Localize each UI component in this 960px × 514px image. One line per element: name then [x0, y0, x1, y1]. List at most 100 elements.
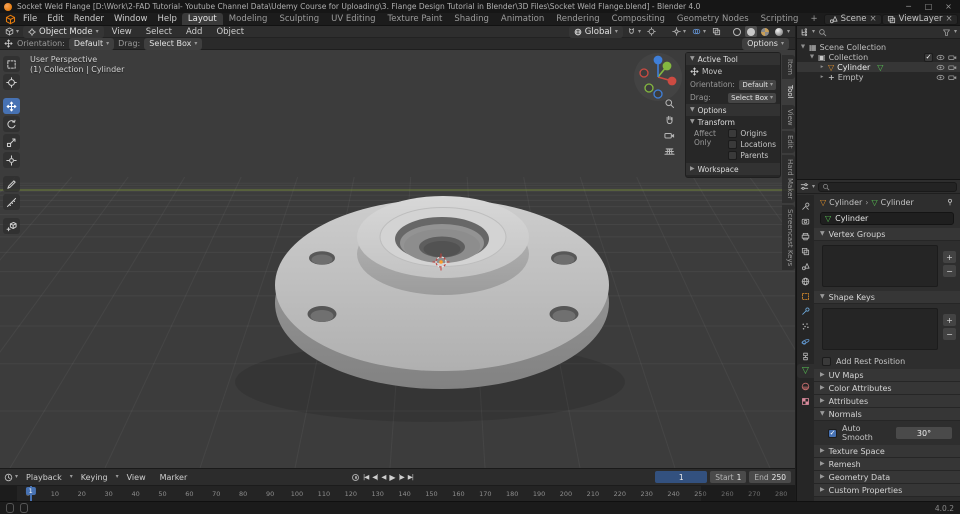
camera-visibility-icon[interactable]: [948, 53, 957, 62]
properties-editor-icon[interactable]: [800, 182, 809, 191]
blender-menu-icon[interactable]: [5, 14, 16, 25]
pan-hand-icon[interactable]: [664, 114, 675, 125]
tree-closed-icon[interactable]: ▸: [819, 74, 825, 80]
menu-object[interactable]: Object: [210, 27, 250, 37]
auto-keying-icon[interactable]: [352, 473, 359, 481]
tool-move[interactable]: [3, 98, 20, 114]
tree-closed-icon[interactable]: ▸: [819, 64, 825, 70]
remove-vertex-group-button[interactable]: −: [943, 265, 956, 277]
options-dropdown[interactable]: Options ▾: [742, 37, 789, 50]
menu-playback[interactable]: Playback: [20, 473, 68, 482]
properties-tab-material[interactable]: [797, 379, 814, 393]
menu-marker[interactable]: Marker: [154, 473, 194, 482]
properties-tab-tool[interactable]: [797, 199, 814, 213]
breadcrumb-data[interactable]: Cylinder: [881, 198, 914, 207]
active-tool-panel-header[interactable]: ▼ Active Tool: [686, 53, 780, 65]
workspace-tab-animation[interactable]: Animation: [495, 13, 550, 25]
origins-checkbox[interactable]: [728, 129, 738, 138]
menu-render[interactable]: Render: [69, 14, 109, 24]
properties-search-input[interactable]: [818, 181, 957, 192]
panel-shape-keys[interactable]: ▼ Shape Keys: [814, 291, 960, 304]
auto-smooth-angle-field[interactable]: 30°: [896, 427, 952, 439]
panel-color-attributes[interactable]: ▶ Color Attributes: [814, 382, 960, 395]
menu-keying[interactable]: Keying: [75, 473, 114, 482]
workspace-tab-uv-editing[interactable]: UV Editing: [325, 13, 381, 25]
remove-shape-key-button[interactable]: −: [943, 328, 956, 340]
properties-tab-world[interactable]: [797, 274, 814, 288]
npanel-tab-hard-maker[interactable]: Hard Maker: [782, 154, 795, 204]
npanel-orientation-dropdown[interactable]: Default ▾: [739, 79, 776, 90]
flange-model[interactable]: [235, 196, 625, 422]
snap-toggle-button[interactable]: ▾: [625, 26, 643, 37]
tool-add-primitive[interactable]: [3, 218, 20, 234]
menu-edit[interactable]: Edit: [42, 14, 68, 24]
3d-viewport[interactable]: User Perspective (1) Collection | Cylind…: [0, 50, 795, 468]
npanel-tab-view[interactable]: View: [782, 104, 795, 130]
properties-tab-scene[interactable]: [797, 259, 814, 273]
workspace-panel-header[interactable]: ▶ Workspace: [686, 163, 780, 175]
axis-y-neg-handle[interactable]: [644, 83, 654, 93]
timeline-editor-icon[interactable]: [4, 473, 13, 482]
next-keyframe-button[interactable]: |▶: [399, 473, 405, 481]
menu-help[interactable]: Help: [152, 14, 181, 24]
panel-remesh[interactable]: ▶ Remesh: [814, 458, 960, 471]
properties-tab-view-layer[interactable]: [797, 244, 814, 258]
show-overlays-button[interactable]: ▾: [690, 26, 708, 37]
camera-visibility-icon[interactable]: [948, 73, 957, 82]
current-frame-field[interactable]: 1: [655, 471, 708, 483]
navigation-gizmo[interactable]: [630, 50, 686, 106]
shading-wireframe-button[interactable]: [731, 26, 743, 37]
locations-checkbox[interactable]: [728, 140, 738, 149]
workspace-tab-scripting[interactable]: Scripting: [755, 13, 805, 25]
properties-tab-modifiers[interactable]: [797, 304, 814, 318]
shading-rendered-button[interactable]: [773, 26, 785, 37]
shape-keys-list[interactable]: [822, 308, 938, 350]
properties-tab-object[interactable]: [797, 289, 814, 303]
workspace-tab-layout[interactable]: Layout: [181, 13, 223, 25]
menu-view[interactable]: View: [106, 27, 138, 37]
properties-tab-output[interactable]: [797, 229, 814, 243]
jump-to-start-button[interactable]: |◀: [363, 473, 369, 481]
npanel-tab-edit[interactable]: Edit: [782, 131, 795, 153]
add-rest-position-checkbox[interactable]: [822, 357, 831, 366]
axis-z-handle[interactable]: [653, 55, 663, 65]
play-button[interactable]: ▶: [389, 473, 395, 482]
menu-add[interactable]: Add: [180, 27, 208, 37]
outliner-row-empty[interactable]: ▸ + Empty: [797, 72, 960, 82]
panel-attributes[interactable]: ▶ Attributes: [814, 395, 960, 408]
perspective-toggle-icon[interactable]: [664, 146, 675, 157]
pin-icon[interactable]: [946, 198, 954, 206]
search-icon[interactable]: [818, 28, 827, 37]
properties-tab-object-data[interactable]: ▽: [797, 364, 814, 378]
workspace-tab-texture-paint[interactable]: Texture Paint: [382, 13, 449, 25]
show-gizmo-button[interactable]: ▾: [670, 26, 688, 37]
playhead-label[interactable]: 1: [25, 487, 36, 495]
start-frame-field[interactable]: Start 1: [710, 471, 747, 483]
drag-setting-dropdown[interactable]: Select Box ▾: [144, 37, 203, 50]
eye-icon[interactable]: [936, 53, 945, 62]
minimize-button[interactable]: ─: [901, 2, 916, 11]
orientation-setting-dropdown[interactable]: Default ▾: [68, 37, 115, 50]
scene-selector[interactable]: Scene ×: [823, 13, 882, 25]
transform-orientation-dropdown[interactable]: Global ▾: [568, 25, 623, 38]
menu-tl-view[interactable]: View: [121, 473, 152, 482]
editor-type-button[interactable]: ▾: [3, 26, 21, 37]
parents-checkbox[interactable]: [728, 151, 738, 160]
eye-icon[interactable]: [936, 73, 945, 82]
panel-custom-properties[interactable]: ▶ Custom Properties: [814, 484, 960, 497]
tree-open-icon[interactable]: ▼: [809, 54, 815, 60]
workspace-tab-rendering[interactable]: Rendering: [550, 13, 605, 25]
workspace-tab-geometry-nodes[interactable]: Geometry Nodes: [671, 13, 755, 25]
properties-tab-constraints[interactable]: [797, 349, 814, 363]
shading-solid-button[interactable]: [744, 26, 757, 37]
properties-tab-physics[interactable]: [797, 334, 814, 348]
axis-y-handle[interactable]: [662, 61, 672, 71]
tool-rotate[interactable]: [3, 116, 20, 132]
workspace-tab-compositing[interactable]: Compositing: [606, 13, 671, 25]
camera-view-icon[interactable]: [664, 130, 675, 141]
data-name-field[interactable]: ▽ Cylinder: [820, 212, 954, 225]
view-layer-selector[interactable]: ViewLayer ×: [881, 13, 958, 25]
chevron-down-icon[interactable]: ▾: [787, 28, 790, 35]
npanel-tab-screencast-keys[interactable]: Screencast Keys: [782, 205, 795, 271]
properties-tab-particles[interactable]: [797, 319, 814, 333]
